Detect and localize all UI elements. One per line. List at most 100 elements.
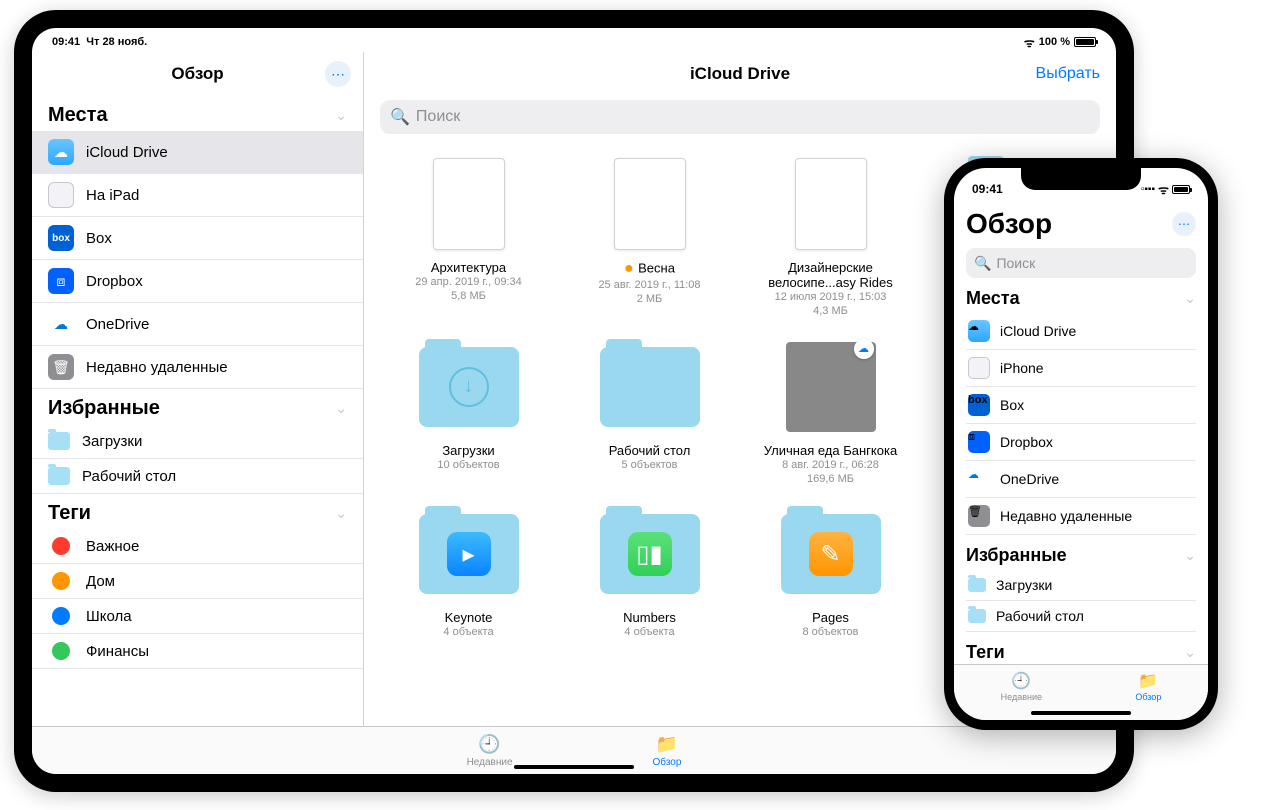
file-name: Загрузки bbox=[442, 443, 494, 458]
clock-icon: 🕘 bbox=[1011, 671, 1031, 691]
sidebar-item-trash[interactable]: 🗑 Недавно удаленные bbox=[32, 346, 363, 389]
more-button[interactable]: ⋯ bbox=[1172, 212, 1196, 236]
folder-icon bbox=[968, 609, 986, 623]
sidebar-item-label: Важное bbox=[86, 538, 139, 555]
file-meta: 8 авг. 2019 г., 06:28 bbox=[782, 458, 879, 472]
section-tags[interactable]: Теги⌄ bbox=[966, 632, 1196, 664]
section-favorites[interactable]: Избранные ⌄ bbox=[32, 389, 363, 424]
sidebar-item-iphone[interactable]: iPhone bbox=[966, 350, 1196, 387]
dropbox-icon: ⧈ bbox=[968, 431, 990, 453]
file-item[interactable]: ● Весна25 авг. 2019 г., 11:082 МБ bbox=[565, 154, 734, 319]
search-input[interactable]: 🔍 Поиск bbox=[966, 248, 1196, 278]
file-item[interactable]: Дизайнерские велосипе...asy Rides12 июля… bbox=[746, 154, 915, 319]
file-item[interactable]: ☁Уличная еда Бангкока8 авг. 2019 г., 06:… bbox=[746, 337, 915, 487]
file-item[interactable]: ✎Pages8 объектов bbox=[746, 504, 915, 639]
file-name: Pages bbox=[812, 610, 849, 625]
tag-dot-icon bbox=[52, 572, 70, 590]
chevron-down-icon: ⌄ bbox=[335, 400, 347, 417]
sidebar-item-label: Недавно удаленные bbox=[86, 359, 228, 376]
section-places[interactable]: Места ⌄ bbox=[32, 96, 363, 131]
chevron-down-icon: ⌄ bbox=[335, 505, 347, 522]
sidebar-item-label: Box bbox=[86, 230, 112, 247]
sidebar-tag-finance[interactable]: Финансы bbox=[32, 634, 363, 669]
tab-label: Обзор bbox=[653, 757, 682, 768]
sidebar-item-label: Box bbox=[1000, 397, 1024, 413]
folder-icon: 📁 bbox=[1138, 671, 1158, 691]
section-label: Теги bbox=[48, 502, 91, 525]
sidebar-item-dropbox[interactable]: ⧈Dropbox bbox=[966, 424, 1196, 461]
file-thumbnail bbox=[414, 154, 524, 254]
select-button[interactable]: Выбрать bbox=[1036, 65, 1100, 83]
sidebar-item-icloud[interactable]: ☁iCloud Drive bbox=[966, 313, 1196, 350]
file-name: Keynote bbox=[445, 610, 493, 625]
file-item[interactable]: Архитектура29 апр. 2019 г., 09:345,8 МБ bbox=[384, 154, 553, 319]
file-meta: 29 апр. 2019 г., 09:34 bbox=[415, 275, 522, 289]
file-meta: 4 объекта bbox=[443, 625, 493, 639]
sidebar-item-box[interactable]: boxBox bbox=[966, 387, 1196, 424]
notch bbox=[1021, 168, 1141, 190]
tab-recent[interactable]: 🕘Недавние bbox=[467, 734, 513, 768]
sidebar-item-downloads[interactable]: Загрузки bbox=[966, 570, 1196, 601]
onedrive-icon: ☁ bbox=[968, 468, 990, 490]
home-indicator[interactable] bbox=[1031, 711, 1131, 715]
file-thumbnail: ☁ bbox=[776, 337, 886, 437]
sidebar-tag-important[interactable]: Важное bbox=[32, 529, 363, 564]
file-size: 4,3 МБ bbox=[813, 304, 848, 318]
sidebar-item-icloud[interactable]: ☁iCloud Drive bbox=[32, 131, 363, 174]
battery-percent: 100 % bbox=[1039, 36, 1070, 48]
file-item[interactable]: ▸Keynote4 объекта bbox=[384, 504, 553, 639]
sidebar-item-on-ipad[interactable]: На iPad bbox=[32, 174, 363, 217]
sidebar-item-label: Рабочий стол bbox=[996, 608, 1084, 624]
tab-browse[interactable]: 📁 Обзор bbox=[653, 734, 682, 768]
sidebar-tag-home[interactable]: Дом bbox=[32, 564, 363, 599]
sidebar-item-onedrive[interactable]: ☁OneDrive bbox=[32, 303, 363, 346]
section-favorites[interactable]: Избранные⌄ bbox=[966, 535, 1196, 570]
sidebar-item-downloads[interactable]: Загрузки bbox=[32, 424, 363, 459]
sidebar-item-trash[interactable]: 🗑Недавно удаленные bbox=[966, 498, 1196, 535]
file-thumbnail bbox=[595, 337, 705, 437]
tab-label: Обзор bbox=[1135, 692, 1161, 702]
clock-icon: 🕘 bbox=[478, 734, 500, 755]
wifi-icon: ᯤ bbox=[1158, 181, 1169, 198]
section-tags[interactable]: Теги ⌄ bbox=[32, 494, 363, 529]
folder-icon: 📁 bbox=[656, 734, 678, 755]
sidebar-item-desktop[interactable]: Рабочий стол bbox=[966, 601, 1196, 632]
file-meta: 5 объектов bbox=[621, 458, 677, 472]
pages-icon: ✎ bbox=[809, 532, 853, 576]
file-size: 169,6 МБ bbox=[807, 472, 854, 486]
cellular-icon: ▫▪▪▪ bbox=[1141, 184, 1155, 195]
sidebar-item-dropbox[interactable]: ⧈Dropbox bbox=[32, 260, 363, 303]
file-item[interactable]: Загрузки10 объектов bbox=[384, 337, 553, 487]
box-icon: box bbox=[48, 225, 74, 251]
sidebar-item-box[interactable]: box Box bbox=[32, 217, 363, 260]
home-indicator[interactable] bbox=[514, 765, 634, 769]
tab-label: Недавние bbox=[1001, 692, 1042, 702]
more-button[interactable]: ⋯ bbox=[325, 61, 351, 87]
file-item[interactable]: Рабочий стол5 объектов bbox=[565, 337, 734, 487]
chevron-down-icon: ⌄ bbox=[1184, 290, 1196, 307]
sidebar-tag-school[interactable]: Школа bbox=[32, 599, 363, 634]
chevron-down-icon: ⌄ bbox=[335, 107, 347, 124]
search-input[interactable]: 🔍 Поиск bbox=[380, 100, 1100, 134]
sidebar-item-onedrive[interactable]: ☁OneDrive bbox=[966, 461, 1196, 498]
section-places[interactable]: Места⌄ bbox=[966, 278, 1196, 313]
search-icon: 🔍 bbox=[974, 255, 991, 272]
sidebar-item-label: iCloud Drive bbox=[1000, 323, 1076, 339]
file-name: Архитектура bbox=[431, 260, 506, 275]
sidebar-item-desktop[interactable]: Рабочий стол bbox=[32, 459, 363, 494]
file-size: 2 МБ bbox=[637, 292, 663, 306]
search-placeholder: Поиск bbox=[996, 255, 1035, 271]
file-item[interactable]: ▯▮Numbers4 объекта bbox=[565, 504, 734, 639]
device-icon bbox=[48, 182, 74, 208]
tab-recent[interactable]: 🕘Недавние bbox=[1001, 671, 1042, 702]
sidebar-item-label: Дом bbox=[86, 573, 115, 590]
battery-icon bbox=[1172, 185, 1190, 194]
file-meta: 4 объекта bbox=[624, 625, 674, 639]
section-label: Избранные bbox=[48, 397, 160, 420]
tab-browse[interactable]: 📁Обзор bbox=[1135, 671, 1161, 702]
chevron-down-icon: ⌄ bbox=[1184, 644, 1196, 661]
trash-icon: 🗑 bbox=[48, 354, 74, 380]
file-thumbnail bbox=[414, 337, 524, 437]
status-time: 09:41 bbox=[972, 182, 1003, 196]
search-placeholder: Поиск bbox=[416, 108, 460, 126]
